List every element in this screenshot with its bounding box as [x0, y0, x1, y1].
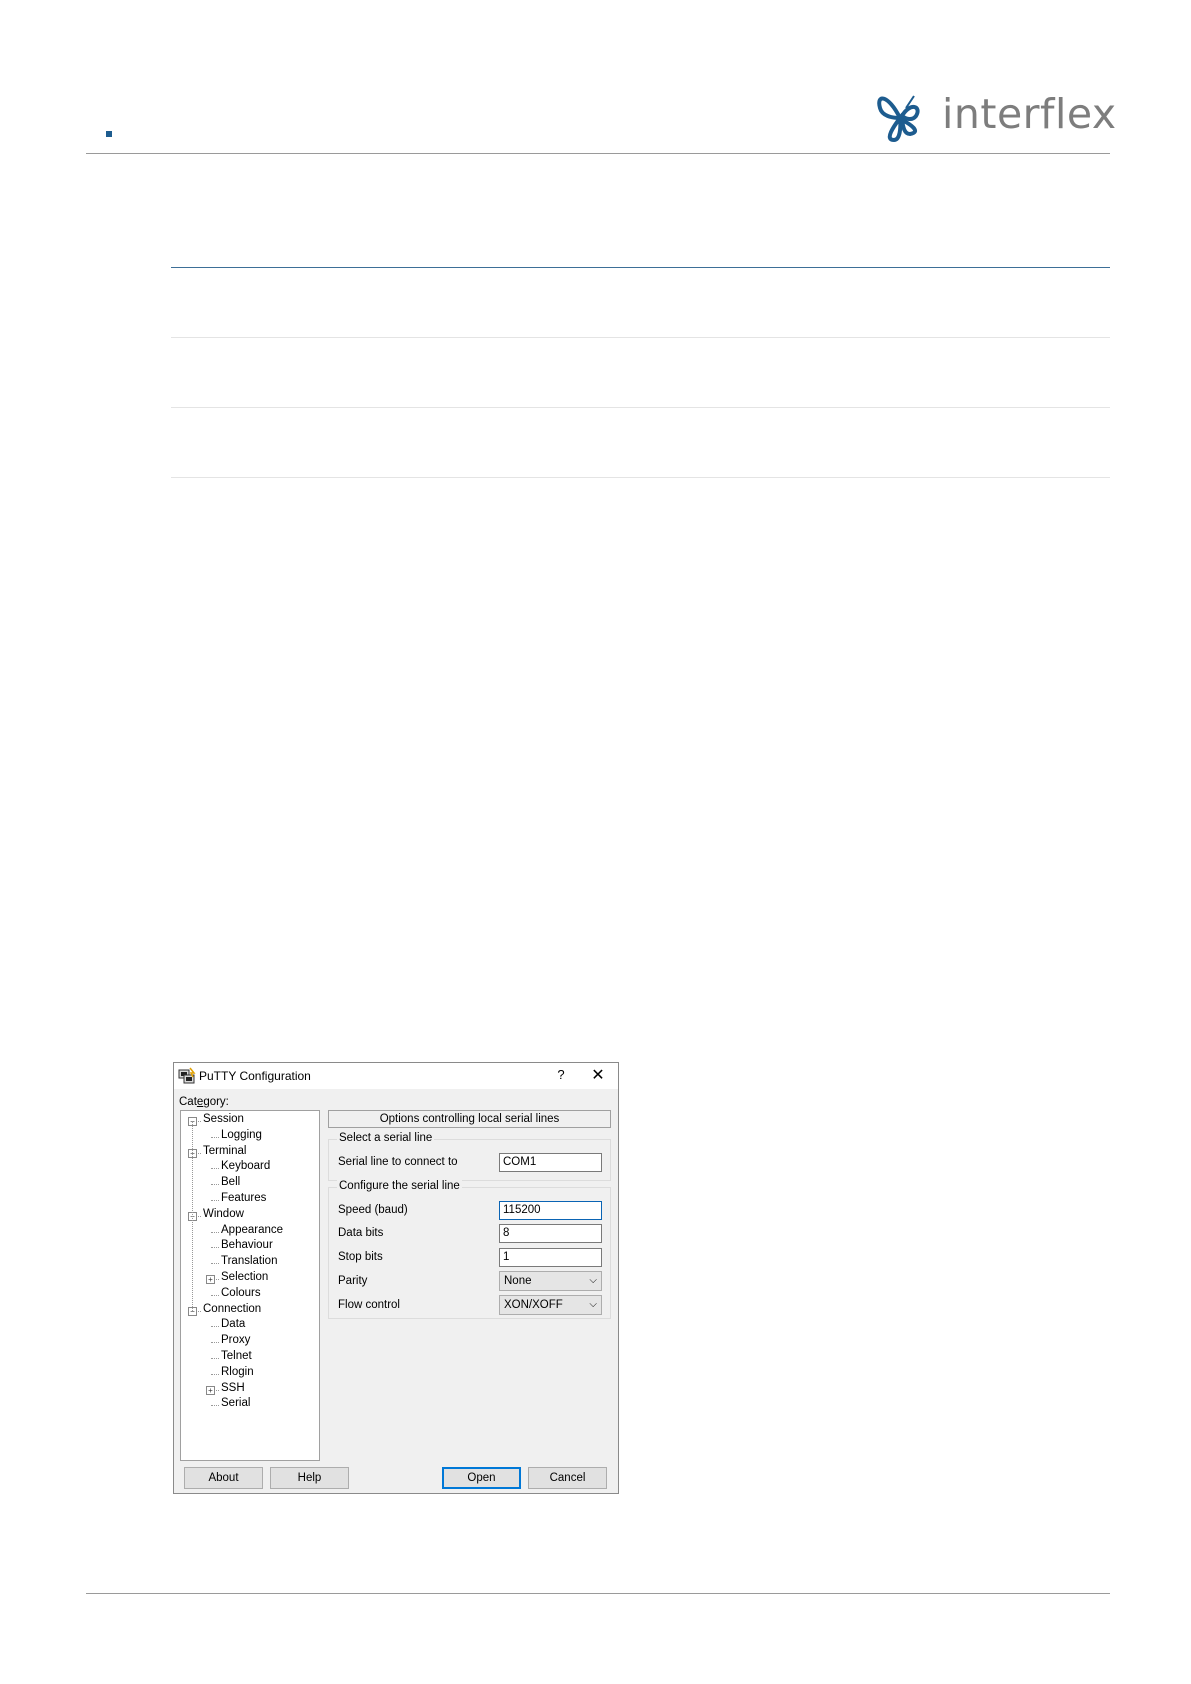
flow-control-select[interactable]: XON/XOFF ⌵: [499, 1295, 602, 1315]
tree-item-telnet[interactable]: Telnet: [221, 1350, 252, 1362]
interflex-logo: interflex: [870, 88, 1116, 148]
tree-item-colours[interactable]: Colours: [221, 1287, 261, 1299]
table-row-divider: [171, 337, 1110, 338]
flow-control-label: Flow control: [338, 1299, 400, 1311]
expand-icon[interactable]: +: [206, 1275, 215, 1284]
tree-item-session[interactable]: Session: [203, 1113, 244, 1125]
dialog-titlebar: PuTTY Configuration ? ✕: [174, 1063, 618, 1089]
tree-item-rlogin[interactable]: Rlogin: [221, 1366, 254, 1378]
tree-connector: [211, 1342, 219, 1344]
butterfly-logo-icon: [877, 95, 920, 143]
expand-icon[interactable]: +: [206, 1385, 215, 1395]
close-icon[interactable]: ✕: [584, 1065, 612, 1087]
putty-app-icon: [178, 1067, 196, 1084]
table-row-divider: [171, 477, 1110, 478]
tree-item-behaviour[interactable]: Behaviour: [221, 1239, 273, 1251]
tree-connector: [211, 1184, 219, 1186]
tree-connector: [211, 1136, 219, 1138]
tree-connector: [211, 1326, 219, 1328]
tree-connector: [211, 1231, 219, 1233]
about-button[interactable]: About: [184, 1467, 263, 1489]
tree-item-data[interactable]: Data: [221, 1318, 245, 1330]
tree-connector: [211, 1358, 219, 1359]
configure-serial-line-group: Configure the serial line Speed (baud) 1…: [328, 1180, 611, 1319]
speed-input[interactable]: 115200: [499, 1201, 602, 1220]
table-row-divider: [171, 407, 1110, 408]
serial-line-input[interactable]: COM1: [499, 1153, 602, 1172]
tree-item-window[interactable]: Window: [203, 1208, 244, 1220]
brand-name: interflex: [942, 90, 1117, 138]
stop-bits-label: Stop bits: [338, 1251, 383, 1263]
tree-item-serial[interactable]: Serial: [221, 1397, 250, 1409]
tree-item-bell[interactable]: Bell: [221, 1176, 240, 1188]
header-divider: [86, 153, 1110, 154]
parity-select[interactable]: None ⌵: [499, 1271, 602, 1291]
tree-connector: [211, 1247, 219, 1249]
select-serial-line-group: Select a serial line Serial line to conn…: [328, 1132, 611, 1181]
footer-divider: [86, 1593, 1110, 1594]
tree-connector: [211, 1405, 219, 1407]
tree-item-connection[interactable]: Connection: [203, 1303, 261, 1315]
speed-label: Speed (baud): [338, 1204, 408, 1216]
chevron-down-icon: ⌵: [589, 1299, 597, 1310]
tree-connector: [192, 1121, 193, 1311]
help-button[interactable]: Help: [270, 1467, 349, 1489]
tree-item-proxy[interactable]: Proxy: [221, 1334, 250, 1346]
category-label: Category:: [179, 1096, 229, 1108]
tree-item-logging[interactable]: Logging: [221, 1129, 262, 1141]
tree-connector: [211, 1373, 219, 1375]
stop-bits-input[interactable]: 1: [499, 1248, 602, 1267]
chevron-down-icon: ⌵: [589, 1275, 597, 1286]
tree-connector: [211, 1294, 219, 1296]
serial-line-label: Serial line to connect to: [338, 1156, 458, 1168]
category-tree[interactable]: Session − Logging Terminal − Keyboard Bell Feat…: [180, 1110, 320, 1461]
tree-item-selection[interactable]: Selection: [221, 1271, 268, 1283]
tree-item-ssh[interactable]: SSH: [221, 1382, 245, 1394]
dialog-title: PuTTY Configuration: [199, 1069, 311, 1083]
tree-item-terminal[interactable]: Terminal: [203, 1145, 246, 1157]
tree-item-features[interactable]: Features: [221, 1192, 266, 1204]
panel-header: Options controlling local serial lines: [328, 1110, 611, 1128]
tree-item-keyboard[interactable]: Keyboard: [221, 1160, 270, 1172]
parity-label: Parity: [338, 1275, 368, 1287]
cancel-button[interactable]: Cancel: [528, 1467, 607, 1489]
tree-connector: [211, 1263, 219, 1265]
tree-item-translation[interactable]: Translation: [221, 1255, 277, 1267]
data-bits-input[interactable]: 8: [499, 1224, 602, 1243]
group-title: Select a serial line: [337, 1132, 435, 1144]
tree-connector: [211, 1200, 219, 1201]
open-button[interactable]: Open: [442, 1467, 521, 1489]
table-top-rule: [171, 267, 1110, 268]
tree-item-appearance[interactable]: Appearance: [221, 1224, 283, 1236]
group-title: Configure the serial line: [337, 1180, 462, 1192]
flow-control-value: XON/XOFF: [504, 1299, 563, 1311]
header-marker: [106, 131, 112, 137]
tree-connector: [211, 1168, 219, 1170]
parity-value: None: [504, 1275, 532, 1287]
putty-config-dialog: PuTTY Configuration ? ✕ Category: Sessio…: [173, 1062, 619, 1494]
help-question-button[interactable]: ?: [550, 1067, 572, 1085]
data-bits-label: Data bits: [338, 1227, 384, 1239]
